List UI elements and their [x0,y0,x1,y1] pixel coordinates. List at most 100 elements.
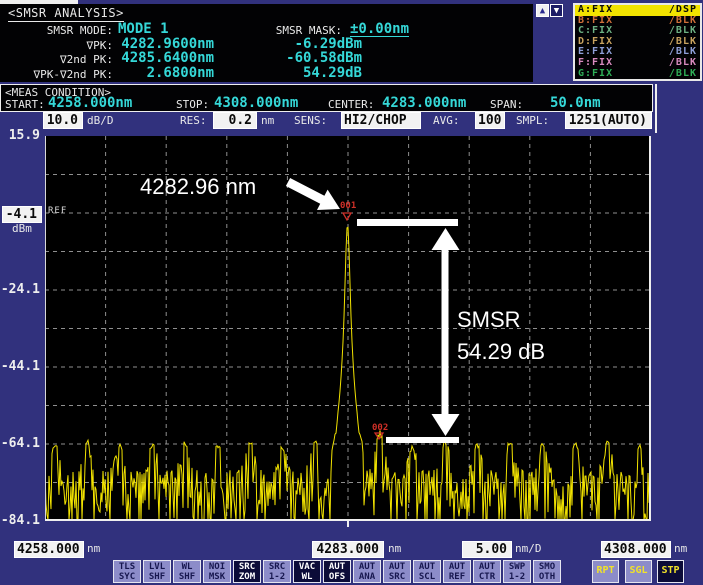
smsr-row-value: 2.6800nm [118,66,214,80]
softkey-src-zom[interactable]: SRCZOM [233,560,261,583]
trace-mode: /BLK [669,69,697,80]
softkey-lvl-shf[interactable]: LVLSHF [143,560,171,583]
marker1-label: 001 [340,201,356,211]
trace-name: A:FIX [578,5,613,16]
softkey-smo-oth[interactable]: SMOOTH [533,560,561,583]
softkey-line1: NOI [204,562,230,572]
peak-marker-002: 002 [372,423,388,439]
scroll-down-button[interactable]: ▼ [550,4,563,17]
softkey-line2: SHF [174,572,200,582]
softkey-line2: SHF [144,572,170,582]
spectrum-trace [45,227,651,520]
runkey-sgl[interactable]: SGL [625,560,652,583]
meas-field-label: START: [5,98,45,111]
trace-row-g[interactable]: G:FIX/BLK [575,69,700,80]
avg-field[interactable]: 100 [475,112,505,129]
scroll-up-button[interactable]: ▲ [536,4,549,17]
smsr-analysis-panel: <SMSR ANALYSIS> SMSR MODE:MODE 1SMSR MAS… [0,4,533,82]
up-arrow-icon: ▲ [540,6,545,16]
softkey-line1: SRC [264,562,290,572]
ref-level-unit: dBm [12,223,32,235]
softkey-line1: AUT [324,562,350,572]
softkey-line1: SWP [504,562,530,572]
softkey-src-1-2[interactable]: SRC1-2 [263,560,291,583]
softkey-wl-shf[interactable]: WLSHF [173,560,201,583]
y-axis-label: 15.9 [0,129,40,142]
trace-row-a[interactable]: A:FIX/DSP [575,5,700,16]
y-axis-label: -24.1 [0,283,40,296]
annotation-overlay: 4282.96 nm SMSR 54.29 dB [140,174,545,443]
stop-wavelength-field[interactable]: 4308.000 [601,541,671,558]
level-scale-field[interactable]: 10.0 [43,112,83,129]
softkey-line1: AUT [354,562,380,572]
start-wavelength-field[interactable]: 4258.000 [14,541,84,558]
meas-field-label: CENTER: [328,98,374,111]
meas-field-value: 4283.000nm [382,96,466,110]
osa-screen: <SMSR ANALYSIS> SMSR MODE:MODE 1SMSR MAS… [0,0,703,585]
center-wavelength-field[interactable]: 4283.000 [312,541,384,558]
ref-line-label: REF [48,206,67,216]
level-scale-unit: dB/D [87,115,114,127]
smsr-row-value2: ±0.00nm [350,22,409,37]
center-axis-tick [347,521,349,527]
runkey-stp[interactable]: STP [657,560,684,583]
trace-mode: /DSP [669,5,697,16]
softkey-line2: SCL [414,572,440,582]
softkey-line2: OFS [324,572,350,582]
softkey-aut-src[interactable]: AUTSRC [383,560,411,583]
softkey-line1: VAC [294,562,320,572]
trace-list-panel: A:FIX/DSPB:FIX/BLKC:FIX/BLKD:FIX/BLKE:FI… [573,3,702,81]
smsr-row-value2: -60.58dBm [262,51,362,65]
trace-name: G:FIX [578,69,613,80]
softkey-line2: ANA [354,572,380,582]
panel-divider-line [655,84,657,133]
smsr-panel-title: <SMSR ANALYSIS> [8,7,124,22]
smsr-row-label: ∇PK-∇2nd PK: [0,68,113,81]
smsr-row-value: 4282.9600nm [118,37,214,51]
meas-field-label: STOP: [176,98,209,111]
smpl-field[interactable]: 1251(AUTO) [565,112,652,129]
ref-level-field[interactable]: -4.1 [2,206,42,223]
softkey-vac-wl[interactable]: VACWL [293,560,321,583]
meas-field-label: SPAN: [490,98,523,111]
meas-field-value: 50.0nm [550,96,601,110]
smsr-row: ∇2nd PK:4285.6400nm-60.58dBm [0,51,533,65]
smsr-row-label: ∇2nd PK: [0,53,113,66]
trace-row-f[interactable]: F:FIX/BLK [575,58,700,69]
smsr-annotation-value: 54.29 dB [457,339,545,364]
smsr-arrow-shaft [442,246,449,418]
softkey-aut-ofs[interactable]: AUTOFS [323,560,351,583]
softkey-line2: REF [444,572,470,582]
smsr-annotation-label: SMSR [457,307,521,332]
spectrum-chart: 001 002 4282.96 nm SMSR 54.29 dB REF [45,136,651,521]
peak-level-bar [357,219,458,226]
softkey-aut-ref[interactable]: AUTREF [443,560,471,583]
softkey-line2: CTR [474,572,500,582]
softkey-line1: AUT [384,562,410,572]
smsr-row-value2: -6.29dBm [262,37,362,51]
x-axis-unit: nm/D [515,543,542,555]
softkey-aut-ana[interactable]: AUTANA [353,560,381,583]
marker2-label: 002 [372,423,388,433]
sens-field[interactable]: HI2/CHOP [341,112,421,129]
second-peak-level-bar [386,437,459,443]
smsr-row-label: SMSR MODE: [0,24,113,37]
softkey-line2: SYC [114,572,140,582]
softkey-swp-1-2[interactable]: SWP1-2 [503,560,531,583]
softkey-tls-syc[interactable]: TLSSYC [113,560,141,583]
runkey-rpt[interactable]: RPT [592,560,619,583]
softkey-line2: MSK [204,572,230,582]
down-arrow-icon: ▼ [554,6,559,16]
softkey-noi-msk[interactable]: NOIMSK [203,560,231,583]
res-field[interactable]: 0.2 [213,112,257,129]
softkey-line1: AUT [444,562,470,572]
trace-name: F:FIX [578,58,613,69]
softkey-aut-scl[interactable]: AUTSCL [413,560,441,583]
smsr-row-value: MODE 1 [118,22,169,36]
meas-field-value: 4308.000nm [214,96,298,110]
scale-per-div-field[interactable]: 5.00 [462,541,512,558]
marker1-triangle-icon [343,213,351,220]
softkey-aut-ctr[interactable]: AUTCTR [473,560,501,583]
x-axis-unit: nm [87,543,100,555]
softkey-line2: ZOM [234,572,260,582]
